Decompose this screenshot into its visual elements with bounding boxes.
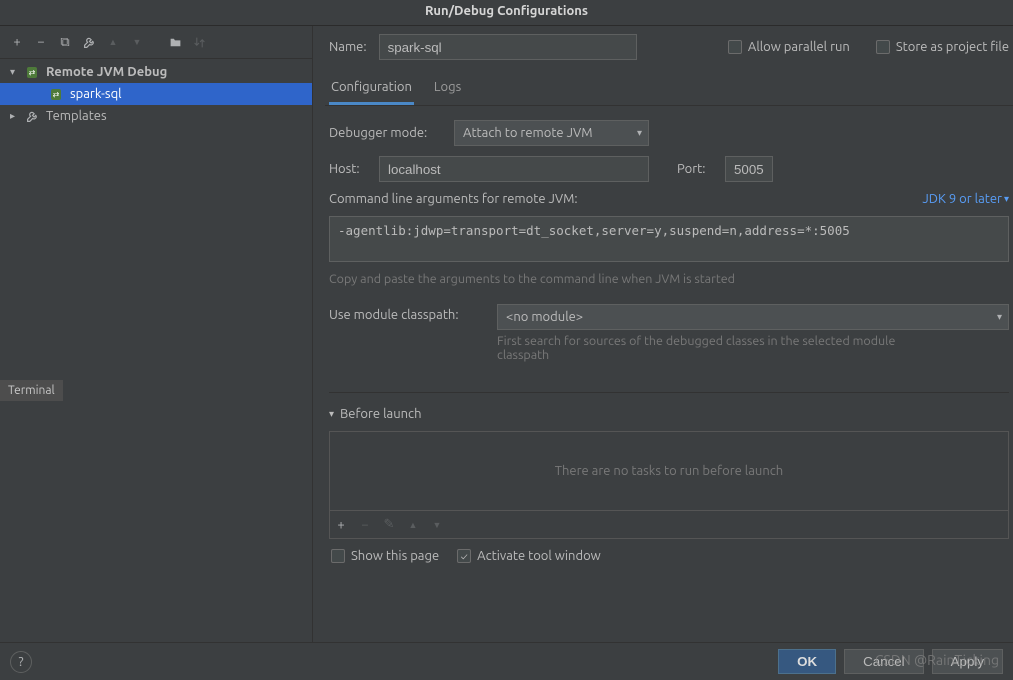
name-label: Name: (329, 40, 367, 54)
cmd-args-field[interactable]: -agentlib:jdwp=transport=dt_socket,serve… (329, 216, 1009, 262)
allow-parallel-checkbox[interactable]: Allow parallel run (728, 40, 850, 54)
tabs: Configuration Logs (325, 72, 1013, 106)
sort-icon[interactable] (192, 35, 206, 49)
terminal-tab[interactable]: Terminal (0, 380, 63, 401)
before-launch-empty: There are no tasks to run before launch (555, 464, 783, 478)
debugger-mode-select[interactable]: Attach to remote JVM (454, 120, 649, 146)
jdk-version-link[interactable]: JDK 9 or later ▾ (922, 192, 1009, 206)
module-classpath-label: Use module classpath: (329, 304, 487, 322)
allow-parallel-label: Allow parallel run (748, 40, 850, 54)
module-classpath-value: <no module> (506, 310, 583, 324)
show-page-label: Show this page (351, 549, 439, 563)
debugger-mode-label: Debugger mode: (329, 126, 444, 140)
before-launch-list: There are no tasks to run before launch (329, 431, 1009, 511)
remove-icon[interactable]: − (358, 518, 372, 532)
tree-label: Remote JVM Debug (44, 65, 167, 79)
checkbox-icon (728, 40, 742, 54)
activate-tool-window-label: Activate tool window (477, 549, 601, 563)
left-panel: + − ⧉ ▲ ▼ ▾ ⇄ Remote JVM Debug ⇄ (0, 26, 313, 642)
wrench-icon (24, 108, 40, 124)
tree-node-spark-sql[interactable]: ⇄ spark-sql (0, 83, 312, 105)
module-classpath-hint: First search for sources of the debugged… (497, 334, 937, 362)
apply-button[interactable]: Apply (932, 649, 1003, 674)
chevron-down-icon[interactable]: ▾ (10, 66, 20, 78)
add-icon[interactable]: + (10, 35, 24, 49)
port-input[interactable] (725, 156, 773, 182)
config-tree: ▾ ⇄ Remote JVM Debug ⇄ spark-sql ▸ Templ… (0, 58, 312, 642)
store-project-checkbox[interactable]: Store as project file (876, 40, 1009, 54)
jvm-icon: ⇄ (24, 64, 40, 80)
show-page-checkbox[interactable]: Show this page (331, 549, 439, 563)
cmd-args-hint: Copy and paste the arguments to the comm… (329, 272, 1009, 286)
right-panel: Name: Allow parallel run Store as projec… (313, 26, 1013, 642)
tree-toolbar: + − ⧉ ▲ ▼ (0, 26, 312, 58)
copy-icon[interactable]: ⧉ (58, 35, 72, 49)
before-launch-toolbar: + − ✎ ▲ ▼ (329, 511, 1009, 539)
window-title: Run/Debug Configurations (0, 0, 1013, 26)
tab-logs[interactable]: Logs (432, 72, 463, 105)
folder-icon[interactable] (168, 35, 182, 49)
up-icon[interactable]: ▲ (106, 35, 120, 49)
before-launch-header[interactable]: ▾ Before launch (329, 407, 1009, 421)
cmd-args-label: Command line arguments for remote JVM: (329, 192, 578, 206)
ok-button[interactable]: OK (778, 649, 836, 674)
tree-node-templates[interactable]: ▸ Templates (0, 105, 312, 127)
remove-icon[interactable]: − (34, 35, 48, 49)
port-label: Port: (677, 162, 715, 176)
up-icon[interactable]: ▲ (406, 520, 420, 530)
chevron-down-icon: ▾ (329, 408, 334, 420)
cancel-button[interactable]: Cancel (844, 649, 924, 674)
dialog-footer: ? OK Cancel Apply (0, 642, 1013, 680)
chevron-right-icon[interactable]: ▸ (10, 110, 20, 122)
tab-configuration[interactable]: Configuration (329, 72, 414, 105)
down-icon[interactable]: ▼ (130, 35, 144, 49)
debugger-mode-value: Attach to remote JVM (463, 126, 593, 140)
store-project-label: Store as project file (896, 40, 1009, 54)
host-input[interactable] (379, 156, 649, 182)
tree-label: Templates (44, 109, 107, 123)
module-classpath-select[interactable]: <no module> (497, 304, 1009, 330)
wrench-icon[interactable] (82, 35, 96, 49)
down-icon[interactable]: ▼ (430, 520, 444, 530)
checkbox-icon (331, 549, 345, 563)
tree-node-remote-jvm[interactable]: ▾ ⇄ Remote JVM Debug (0, 61, 312, 83)
name-input[interactable] (379, 34, 637, 60)
jvm-icon: ⇄ (48, 86, 64, 102)
checkbox-icon (457, 549, 471, 563)
add-icon[interactable]: + (334, 518, 348, 532)
checkbox-icon (876, 40, 890, 54)
before-launch-label: Before launch (340, 407, 421, 421)
help-button[interactable]: ? (10, 651, 32, 673)
tree-label: spark-sql (68, 87, 122, 101)
edit-icon[interactable]: ✎ (382, 517, 396, 532)
activate-tool-window-checkbox[interactable]: Activate tool window (457, 549, 601, 563)
host-label: Host: (329, 162, 369, 176)
